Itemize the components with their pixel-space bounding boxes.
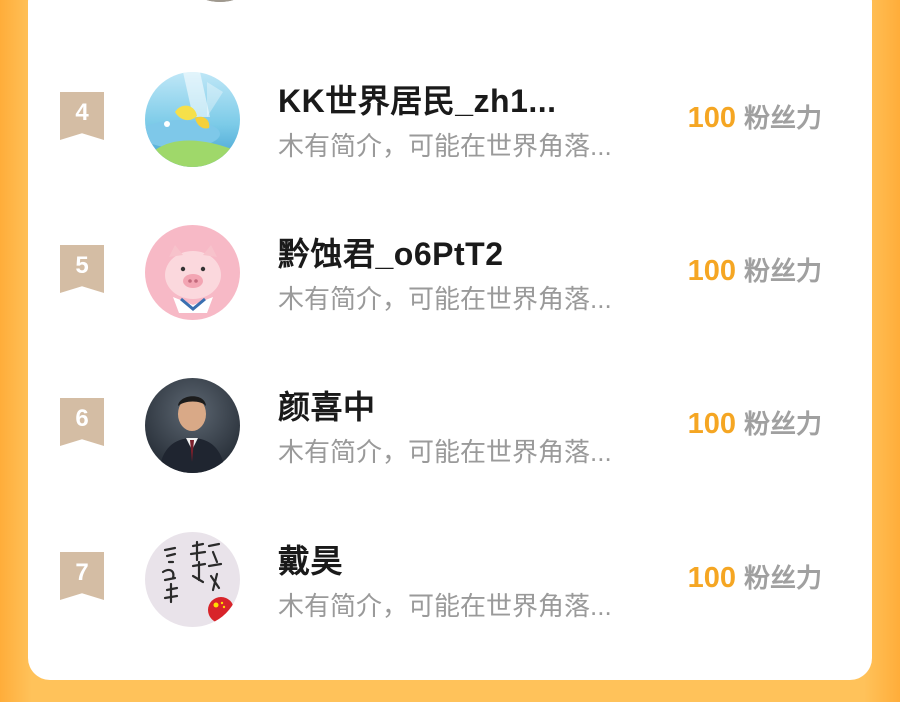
fan-power-score: 100 粉丝力 bbox=[688, 98, 822, 135]
user-bio: 木有简介，可能在世界角落... bbox=[278, 591, 612, 621]
rank-badge: 6 bbox=[60, 398, 104, 446]
score-value: 100 bbox=[687, 408, 736, 440]
score-unit: 粉丝力 bbox=[743, 256, 822, 286]
pig-avatar[interactable] bbox=[145, 225, 240, 320]
rank-badge: 5 bbox=[60, 245, 104, 293]
ranking-row[interactable]: 7 戴昊 木有简介，可能在世界角落... 100 粉丝力 bbox=[28, 520, 872, 640]
user-bio: 木有简介，可能在世界角落... bbox=[278, 131, 612, 161]
score-unit: 粉丝力 bbox=[743, 409, 822, 439]
user-bio: 木有简介，可能在世界角落... bbox=[278, 284, 612, 314]
user-name[interactable]: 戴昊 bbox=[278, 536, 343, 582]
landscape-avatar[interactable] bbox=[145, 72, 240, 167]
ranking-row[interactable]: 4 KK世界居民_zh1... 木有简介，可能在世界角落... 100 粉丝力 bbox=[28, 60, 872, 180]
fan-power-score: 100 粉丝力 bbox=[688, 558, 822, 595]
user-name[interactable]: KK世界居民_zh1... bbox=[278, 76, 557, 122]
ranking-row[interactable]: 5 黔蚀君_o6PtT2 木有简介，可能在世界角落... 100 粉丝力 bbox=[28, 213, 872, 333]
score-unit: 粉丝力 bbox=[743, 103, 822, 133]
score-value: 100 bbox=[687, 562, 736, 594]
ranking-row[interactable]: 6 颜喜中 木有简介，可能在世界角落... 100 粉丝力 bbox=[28, 366, 872, 486]
fan-ranking-card: 4 KK世界居民_zh1... 木有简介，可能在世界角落... 100 粉丝力 … bbox=[28, 0, 872, 680]
avatar-previous-user[interactable] bbox=[174, 0, 266, 2]
score-value: 100 bbox=[687, 255, 736, 287]
rank-badge: 4 bbox=[60, 92, 104, 140]
fan-power-score: 100 粉丝力 bbox=[688, 404, 822, 441]
user-name[interactable]: 黔蚀君_o6PtT2 bbox=[278, 229, 504, 275]
score-unit: 粉丝力 bbox=[743, 563, 822, 593]
calligraphy-avatar[interactable] bbox=[145, 532, 240, 627]
user-name[interactable]: 颜喜中 bbox=[278, 382, 376, 428]
score-value: 100 bbox=[687, 102, 736, 134]
portrait-avatar[interactable] bbox=[145, 378, 240, 473]
user-bio: 木有简介，可能在世界角落... bbox=[278, 437, 612, 467]
rank-badge: 7 bbox=[60, 552, 104, 600]
fan-power-score: 100 粉丝力 bbox=[688, 251, 822, 288]
